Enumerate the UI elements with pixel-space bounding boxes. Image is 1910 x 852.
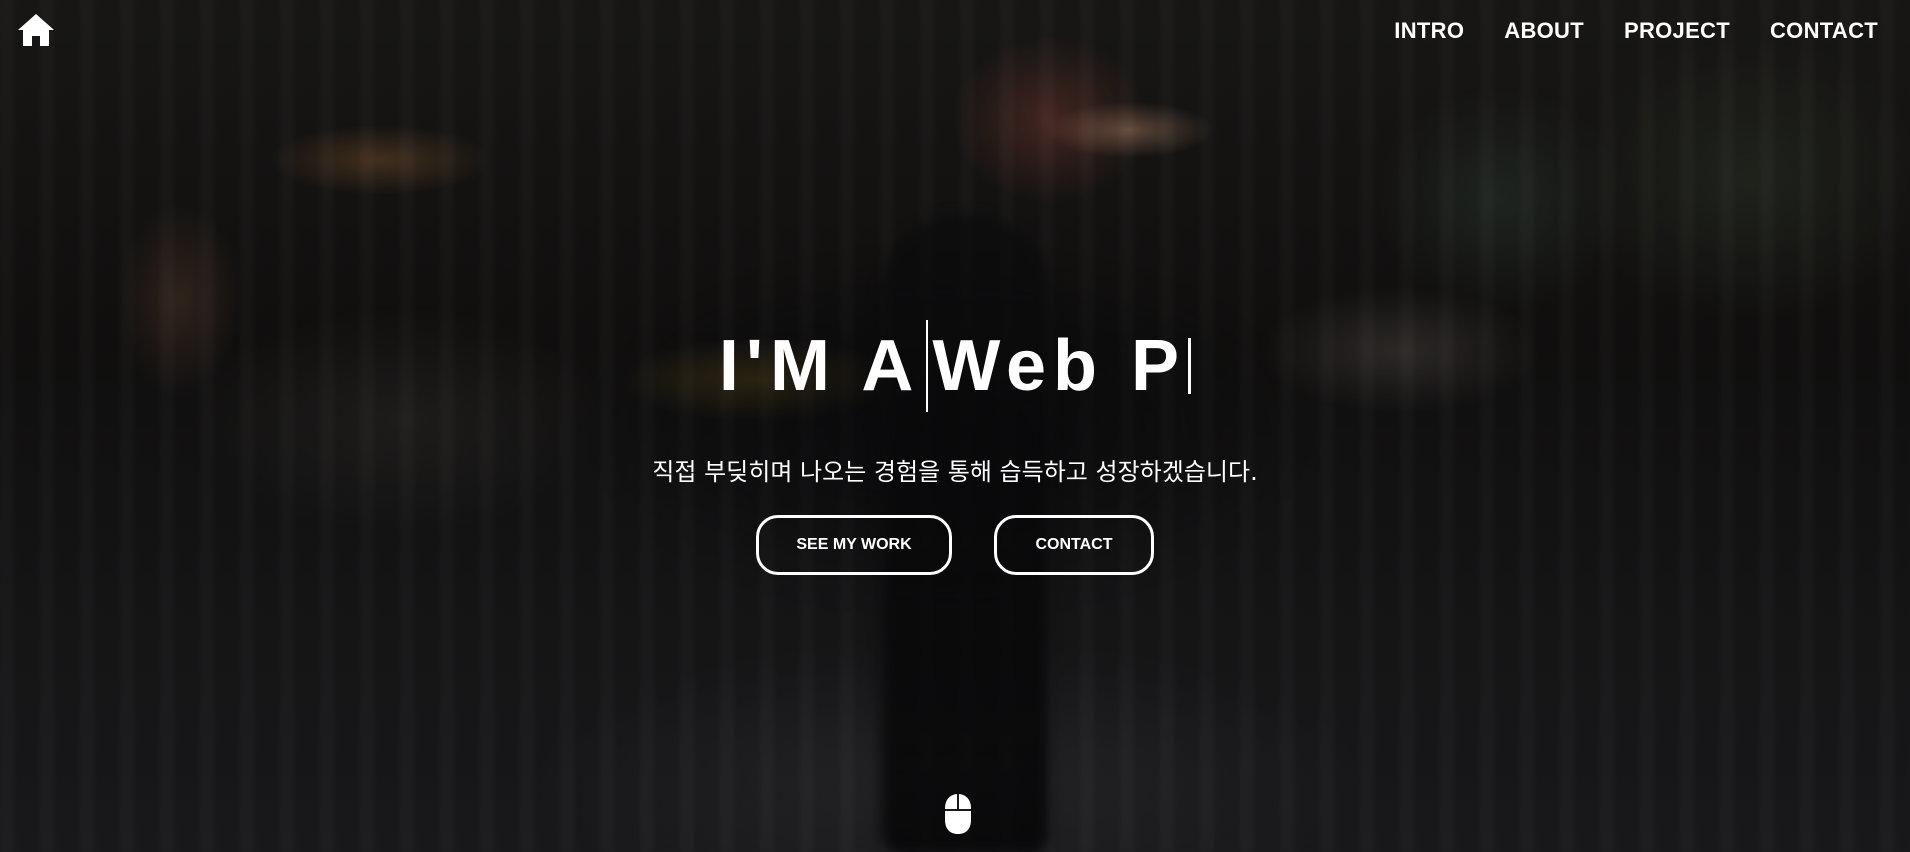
home-icon[interactable] xyxy=(16,12,56,48)
nav-contact[interactable]: CONTACT xyxy=(1770,18,1878,44)
nav-about[interactable]: ABOUT xyxy=(1504,18,1584,44)
hero-buttons: SEE MY WORK CONTACT xyxy=(0,515,1910,575)
main-nav: INTRO ABOUT PROJECT CONTACT xyxy=(1394,18,1878,44)
headline-prefix: I'M A xyxy=(718,326,921,406)
hero-content: I'M A Web P 직접 부딪히며 나오는 경험을 통해 습득하고 성장하겠… xyxy=(0,320,1910,575)
hero-subtitle: 직접 부딪히며 나오는 경험을 통해 습득하고 성장하겠습니다. xyxy=(652,458,1258,486)
headline: I'M A Web P xyxy=(718,320,1192,412)
see-my-work-button[interactable]: SEE MY WORK xyxy=(756,515,952,575)
nav-intro[interactable]: INTRO xyxy=(1394,18,1464,44)
headline-typed: Web P xyxy=(932,326,1187,406)
text-cursor xyxy=(926,320,929,412)
hero-section: INTRO ABOUT PROJECT CONTACT I'M A Web P … xyxy=(0,0,1910,852)
typing-caret xyxy=(1188,338,1192,394)
contact-button[interactable]: CONTACT xyxy=(994,515,1154,575)
mouse-icon[interactable] xyxy=(943,792,973,836)
nav-project[interactable]: PROJECT xyxy=(1624,18,1730,44)
